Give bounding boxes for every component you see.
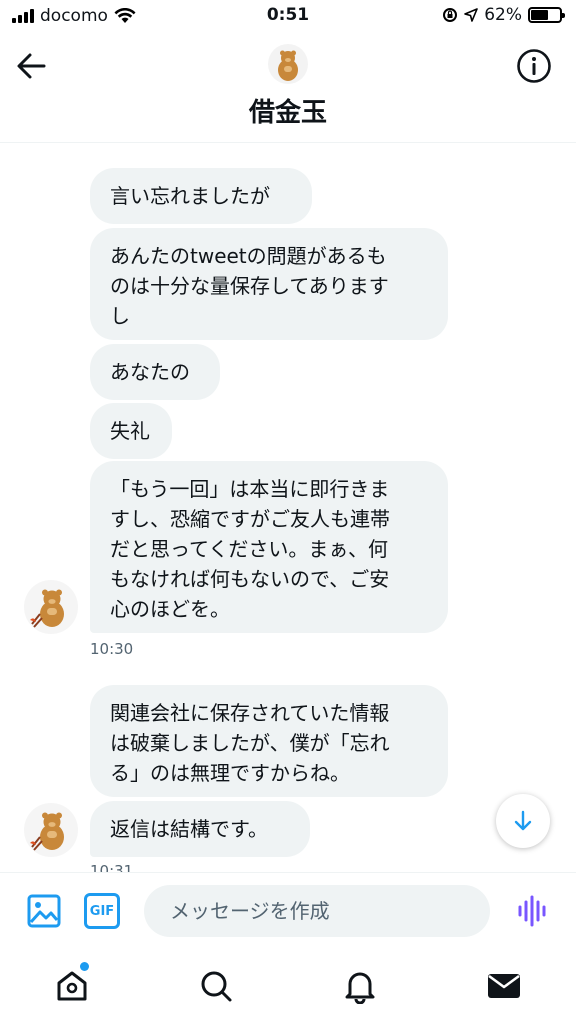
status-bar: docomo 0:51 62% — [0, 0, 576, 34]
message-bubble[interactable]: 返信は結構です。 — [90, 801, 310, 857]
message-bubble[interactable]: 言い忘れましたが — [90, 168, 312, 224]
message-timestamp: 10:31 — [90, 862, 134, 872]
gif-button[interactable]: GIF — [84, 893, 120, 929]
message-bubble[interactable]: 「もう一回」は本当に即行きま すし、恐縮ですがご友人も連帯 だと思ってください。… — [90, 461, 448, 633]
conversation-header: 借金玉 — [0, 34, 576, 142]
notifications-icon[interactable] — [342, 968, 378, 1004]
message-input[interactable] — [144, 885, 490, 937]
sender-avatar[interactable] — [24, 580, 78, 634]
battery-percent: 62% — [484, 5, 522, 25]
sender-avatar[interactable] — [24, 803, 78, 857]
arrow-left-icon[interactable] — [14, 50, 50, 82]
orientation-lock-icon — [443, 8, 458, 22]
image-icon[interactable] — [26, 893, 62, 929]
messages-icon[interactable] — [486, 968, 522, 1004]
scroll-to-bottom-button[interactable] — [496, 794, 550, 848]
voice-wave-icon[interactable] — [516, 893, 550, 929]
message-composer: GIF — [0, 872, 576, 948]
header-divider — [0, 142, 576, 143]
message-timestamp: 10:30 — [90, 640, 134, 658]
info-icon[interactable] — [516, 48, 552, 84]
bottom-tab-bar — [0, 948, 576, 1024]
home-icon[interactable] — [54, 968, 90, 1004]
message-bubble[interactable]: あなたの — [90, 344, 220, 400]
message-bubble[interactable]: あんたのtweetの問題があるも のは十分な量保存してあります し — [90, 228, 448, 340]
search-icon[interactable] — [198, 968, 234, 1004]
battery-icon — [528, 7, 565, 23]
bear-avatar-icon — [30, 812, 64, 851]
bear-avatar-icon — [30, 589, 64, 628]
conversation-title: 借金玉 — [248, 98, 327, 128]
message-bubble[interactable]: 関連会社に保存されていた情報 は破棄しましたが、僕が「忘れ る」のは無理ですから… — [90, 685, 448, 797]
arrow-down-icon — [514, 810, 532, 831]
notification-dot — [80, 962, 89, 971]
header-avatar[interactable] — [268, 44, 308, 84]
message-bubble[interactable]: 失礼 — [90, 403, 172, 459]
bear-avatar-icon — [278, 50, 298, 81]
location-icon — [464, 8, 479, 22]
